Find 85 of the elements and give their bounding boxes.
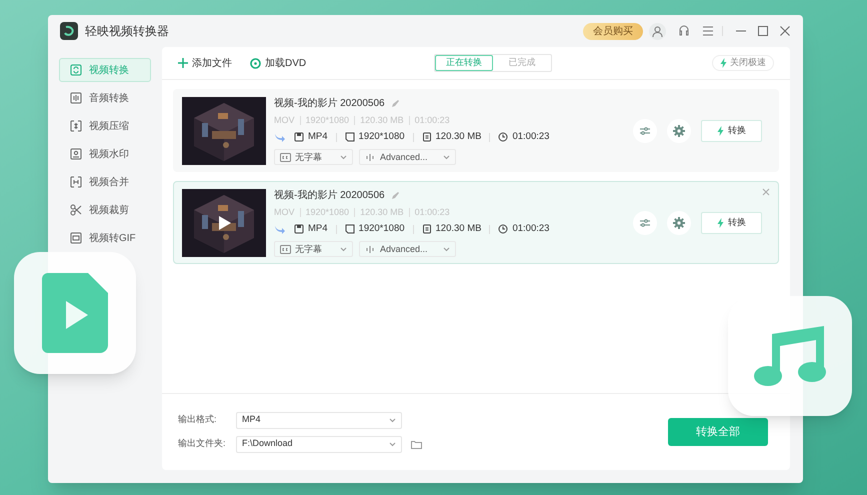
settings-button[interactable] [667,210,691,234]
video-file-icon [42,273,108,353]
close-icon[interactable] [762,188,770,196]
speed-toggle-button[interactable]: 关闭极速 [712,55,774,71]
add-file-button[interactable]: 添加文件 [178,56,232,70]
sidebar-item[interactable]: 视频合并 [59,170,151,194]
sidebar-item[interactable]: 视频压缩 [59,114,151,138]
subtitle-icon [280,244,291,254]
audio-wave-icon [365,152,376,162]
music-note-icon [752,326,828,386]
watermark-icon [70,148,82,160]
user-icon [652,26,663,36]
clock-icon [498,132,508,142]
dropdown[interactable]: Advanced... [359,241,456,258]
target-info: 120.30 MB [436,222,482,236]
lightning-icon [720,58,727,68]
pencil-icon[interactable] [390,190,400,200]
gear-icon [673,216,685,228]
play-icon [218,214,232,230]
pencil-icon[interactable] [390,98,400,108]
sliders-icon [639,218,651,228]
resolution-icon [344,224,355,234]
convert-button[interactable]: 转换 [701,120,762,142]
convert-button[interactable]: 转换 [701,212,762,234]
menu-icon[interactable] [702,26,714,36]
chevron-down-icon [443,246,450,252]
sidebar-item[interactable]: 视频裁剪 [59,198,151,222]
convert-icon [70,64,82,76]
merge-icon [70,176,82,188]
gear-icon [673,124,685,136]
target-info: MP4 [308,130,328,144]
field-label: 输出格式: [178,413,218,426]
lightning-icon [717,126,724,136]
target-info: 1920*1080 [358,222,405,236]
file-name: 视频-我的影片 20200506 [274,96,385,111]
folder-dropdown[interactable]: F:\Download [236,436,402,452]
target-info: MP4 [308,222,328,236]
app-logo-icon [60,22,78,40]
headset-icon[interactable] [678,25,690,37]
subtitle-icon [280,152,291,162]
field-label: 输出文件夹: [178,437,227,450]
sidebar-item[interactable]: 视频转GIF [59,226,151,250]
dropdown[interactable]: Advanced... [359,149,456,166]
dropdown[interactable]: 无字幕 [274,241,353,258]
arrow-icon [274,132,285,142]
settings-sliders-button[interactable] [633,210,657,234]
gif-icon [70,232,82,244]
scissors-icon [70,204,82,216]
disc-icon [250,58,261,68]
target-info: 120.30 MB [436,130,482,144]
file-size-icon [422,224,432,234]
sidebar-item[interactable]: 音频转换 [59,86,151,110]
save-icon [294,224,304,234]
lightning-icon [717,218,724,228]
clock-icon [498,224,508,234]
chevron-down-icon [443,154,450,160]
chevron-down-icon [340,246,347,252]
vip-purchase-button[interactable]: 会员购买 [583,22,643,40]
sidebar-item[interactable]: 视频水印 [59,142,151,166]
compress-icon [70,120,82,132]
chevron-down-icon [340,154,347,160]
folder-icon[interactable] [411,440,422,448]
dropdown[interactable]: 无字幕 [274,149,353,166]
target-info: 1920*1080 [358,130,405,144]
format-dropdown[interactable]: MP4 [236,412,402,428]
arrow-icon [274,224,285,234]
load-dvd-button[interactable]: 加载DVD [250,56,306,70]
account-button[interactable] [649,22,666,40]
audio-icon [70,92,82,104]
save-icon [294,132,304,142]
plus-icon [178,58,188,68]
file-name: 视频-我的影片 20200506 [274,188,385,203]
target-info: 01:00:23 [512,222,550,236]
close-icon[interactable] [779,25,791,37]
settings-button[interactable] [667,118,691,142]
audio-wave-icon [365,244,376,254]
maximize-icon[interactable] [757,25,769,37]
window-title: 轻映视频转换器 [85,23,169,40]
sliders-icon [639,126,651,136]
chevron-down-icon [389,442,396,446]
target-info: 01:00:23 [512,130,550,144]
settings-sliders-button[interactable] [633,118,657,142]
chevron-down-icon [389,418,396,422]
file-size-icon [422,132,432,142]
resolution-icon [344,132,355,142]
